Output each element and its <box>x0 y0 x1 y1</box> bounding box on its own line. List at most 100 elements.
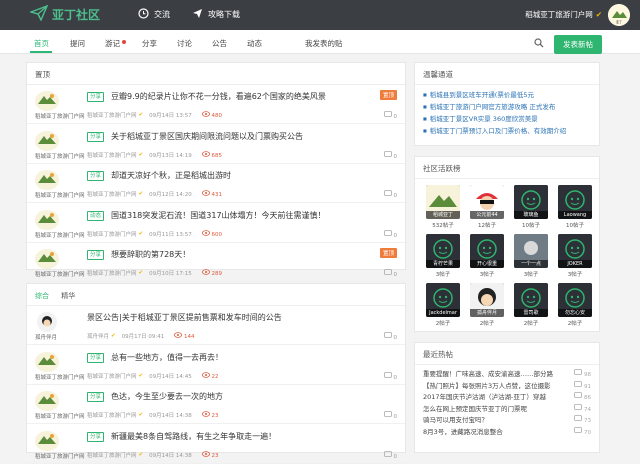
ranking-user[interactable]: 勿忘心安 2帖子 <box>555 283 595 327</box>
ranking-user[interactable]: Laowang 10帖子 <box>555 185 595 229</box>
post-title[interactable]: 国道318突发泥石流！国道317山体塌方！今天前往需谨慎！ <box>111 210 326 221</box>
post-author[interactable]: 稻城亚丁旅游门户网 <box>35 191 85 199</box>
hot-post[interactable]: 2017年国庆节泸沽湖（泸沽湖-亚丁）穿越 86 <box>423 392 591 404</box>
ranking-avatar[interactable]: 一个一点 <box>514 234 548 268</box>
ranking-user[interactable]: Jackdelmar 2帖子 <box>423 283 463 327</box>
hot-post[interactable]: 【热门照片】每张照片3万人点赞，这位摄影 91 <box>423 380 591 393</box>
post-row[interactable]: 稻城亚丁旅游门户网 分享 色达，今生至少要去一次的地方 稻城亚丁旅游门户网 ✔ 09月14… <box>27 385 405 425</box>
post-row[interactable]: 稻城亚丁旅游门户网 分享 关于稻城亚丁景区国庆期间限流问题以及门票购买公告 稻城亚丁旅… <box>27 125 405 164</box>
user-menu[interactable]: 稻城亚丁旅游门户网 ✔ <box>525 9 602 20</box>
nav-notice[interactable]: 公告 <box>212 38 227 49</box>
ranking-user[interactable]: JOKER 3帖子 <box>555 234 595 278</box>
post-title[interactable]: 关于稻城亚丁景区国庆期间限流问题以及门票购买公告 <box>111 131 303 142</box>
ranking-user[interactable]: 公元前44 12帖子 <box>467 185 507 229</box>
post-tag[interactable]: 分享 <box>87 131 105 142</box>
post-title[interactable]: 新疆最美8条自驾路线，有生之年争取走一遍！ <box>111 431 276 442</box>
notice-link[interactable]: 稻城亚丁门票预订入口及门票价格、有效期介绍 <box>423 125 591 137</box>
post-author[interactable]: 孤舟伴月 <box>35 333 57 341</box>
post-row[interactable]: 稻城亚丁旅游门户网 分享 新疆最美8条自驾路线，有生之年争取走一遍！ 稻城亚丁旅游门户… <box>27 425 405 464</box>
post-author-avatar[interactable] <box>35 351 59 372</box>
ranking-user[interactable]: 玻璃鱼 10帖子 <box>511 185 551 229</box>
notice-link[interactable]: 稻城亚丁旅游门户网官方旅游攻略 正式发布 <box>423 101 591 113</box>
ranking-avatar[interactable]: JOKER <box>558 234 592 268</box>
post-author[interactable]: 稻城亚丁旅游门户网 <box>35 112 85 120</box>
hot-post-title[interactable]: 重要提醒！广味高速、成安渝高速……部分路 <box>423 370 553 378</box>
post-row[interactable]: 稻城亚丁旅游门户网 分享 豆瓣9.9的纪录片让你不花一分钱，看遍62个国家的绝美风景… <box>27 85 405 124</box>
post-author-avatar[interactable] <box>35 130 59 151</box>
post-row[interactable]: 稻城亚丁旅游门户网 动态 国道318突发泥石流！国道317山体塌方！今天前往需谨慎！… <box>27 204 405 243</box>
topnav-exchange[interactable]: 交流 <box>138 8 170 21</box>
hot-post[interactable]: 骑马可以用支付宝吗？ 73 <box>423 415 591 427</box>
hot-post[interactable]: 8月3号，进藏路况消息整合 70 <box>423 426 591 439</box>
ranking-avatar[interactable]: 青柠芒果 <box>426 234 460 268</box>
hot-post[interactable]: 重要提醒！广味高速、成安渝高速……部分路 98 <box>423 369 591 381</box>
post-author-avatar[interactable] <box>35 209 59 230</box>
post-title[interactable]: 总有一些地方，值得一去再去！ <box>111 352 223 363</box>
nav-discuss[interactable]: 讨论 <box>177 38 192 49</box>
hot-post-title[interactable]: 【热门照片】每张照片3万人点赞，这位摄影 <box>423 382 551 390</box>
post-author-avatar[interactable] <box>35 312 59 332</box>
post-tag[interactable]: 分享 <box>87 92 105 102</box>
hot-post-title[interactable]: 骑马可以用支付宝吗？ <box>423 416 488 424</box>
ranking-avatar[interactable]: 稻城亚丁 <box>426 185 460 219</box>
ranking-user[interactable]: 稻城亚丁 532帖子 <box>423 185 463 229</box>
ranking-user[interactable]: 雷司歌 2帖子 <box>511 283 551 327</box>
ranking-avatar[interactable]: 开心很重 <box>470 234 504 268</box>
post-author-avatar[interactable] <box>35 170 59 191</box>
post-title[interactable]: 景区公告|关于稻城亚丁景区提前售票和发车时间的公告 <box>87 312 282 323</box>
post-title[interactable]: 却道天凉好个秋，正是稻城出游时 <box>111 170 231 181</box>
nav-questions[interactable]: 提问 <box>70 38 85 49</box>
hot-post-title[interactable]: 8月3号，进藏路况消息整合 <box>423 428 503 436</box>
post-author[interactable]: 稻城亚丁旅游门户网 <box>35 452 85 460</box>
post-row[interactable]: 稻城亚丁旅游门户网 分享 总有一些地方，值得一去再去！ 稻城亚丁旅游门户网 ✔ 09月14… <box>27 346 405 385</box>
post-author[interactable]: 稻城亚丁旅游门户网 <box>35 373 85 381</box>
notice-link[interactable]: 稻城亚丁景区VR实景 360度欣赏美景 <box>423 113 591 125</box>
tab-featured[interactable]: 精华 <box>61 292 75 300</box>
new-post-button[interactable]: 发表新帖 <box>554 35 602 54</box>
nav-dynamic[interactable]: 动态 <box>247 38 262 49</box>
ranking-avatar[interactable]: 玻璃鱼 <box>514 185 548 219</box>
post-tag[interactable]: 分享 <box>87 171 105 182</box>
ranking-user[interactable]: 青柠芒果 3帖子 <box>423 234 463 278</box>
post-row[interactable]: 孤舟伴月 景区公告|关于稻城亚丁景区提前售票和发车时间的公告 孤舟伴月 ✔ 09月17日… <box>27 306 405 345</box>
ranking-avatar[interactable]: 勿忘心安 <box>558 283 592 317</box>
nav-home[interactable]: 首页 <box>34 38 49 49</box>
ranking-avatar[interactable]: 公元前44 <box>470 185 504 219</box>
ranking-user[interactable]: 一个一点 3帖子 <box>511 234 551 278</box>
post-author[interactable]: 稻城亚丁旅游门户网 <box>35 152 85 160</box>
post-author[interactable]: 稻城亚丁旅游门户网 <box>35 231 85 239</box>
post-title[interactable]: 豆瓣9.9的纪录片让你不花一分钱，看遍62个国家的绝美风景 <box>111 91 326 102</box>
post-tag[interactable]: 分享 <box>87 431 105 442</box>
ranking-user[interactable]: 开心很重 3帖子 <box>467 234 507 278</box>
search-icon[interactable] <box>534 38 544 50</box>
topnav-guide[interactable]: 攻略下载 <box>192 8 240 21</box>
hot-post[interactable]: 怎么在网上预定国庆节亚丁的门票呢 74 <box>423 403 591 416</box>
nav-my-posts[interactable]: 我发表的贴 <box>305 38 343 49</box>
nav-share[interactable]: 分享 <box>142 38 157 49</box>
nav-travelogue[interactable]: 游记 <box>105 38 120 49</box>
ranking-avatar[interactable]: 孤舟伴月 <box>470 283 504 317</box>
post-title[interactable]: 想要辞职的第728天！ <box>111 249 190 260</box>
notice-link[interactable]: 稻城县到景区班车开通(票价最低5元 <box>423 89 591 101</box>
post-tag[interactable]: 动态 <box>87 210 105 221</box>
hot-post-title[interactable]: 2017年国庆节泸沽湖（泸沽湖-亚丁）穿越 <box>423 393 546 401</box>
ranking-avatar[interactable]: Jackdelmar <box>426 283 460 317</box>
post-title[interactable]: 色达，今生至少要去一次的地方 <box>111 391 223 402</box>
post-tag[interactable]: 分享 <box>87 250 105 261</box>
ranking-user[interactable]: 孤舟伴月 2帖子 <box>467 283 507 327</box>
post-tag[interactable]: 分享 <box>87 392 105 403</box>
post-row[interactable]: 稻城亚丁旅游门户网 分享 想要辞职的第728天！ 稻城亚丁旅游门户网 ✔ 09月10日 1… <box>27 243 405 283</box>
hot-post-title[interactable]: 怎么在网上预定国庆节亚丁的门票呢 <box>423 405 527 413</box>
site-logo[interactable]: 亚丁社区 <box>28 4 100 23</box>
post-author-avatar[interactable] <box>35 91 59 111</box>
post-author-avatar[interactable] <box>35 391 59 412</box>
post-author-avatar[interactable] <box>35 430 59 451</box>
ranking-avatar[interactable]: 雷司歌 <box>514 283 548 317</box>
post-author[interactable]: 稻城亚丁旅游门户网 <box>35 412 85 420</box>
tab-all[interactable]: 综合 <box>35 292 49 300</box>
ranking-avatar[interactable]: Laowang <box>558 185 592 219</box>
post-tag[interactable]: 分享 <box>87 352 105 363</box>
post-row[interactable]: 稻城亚丁旅游门户网 分享 却道天凉好个秋，正是稻城出游时 稻城亚丁旅游门户网 ✔ 09月1… <box>27 164 405 204</box>
post-author[interactable]: 稻城亚丁旅游门户网 <box>35 270 85 278</box>
user-avatar[interactable]: 亚丁 <box>608 4 630 26</box>
